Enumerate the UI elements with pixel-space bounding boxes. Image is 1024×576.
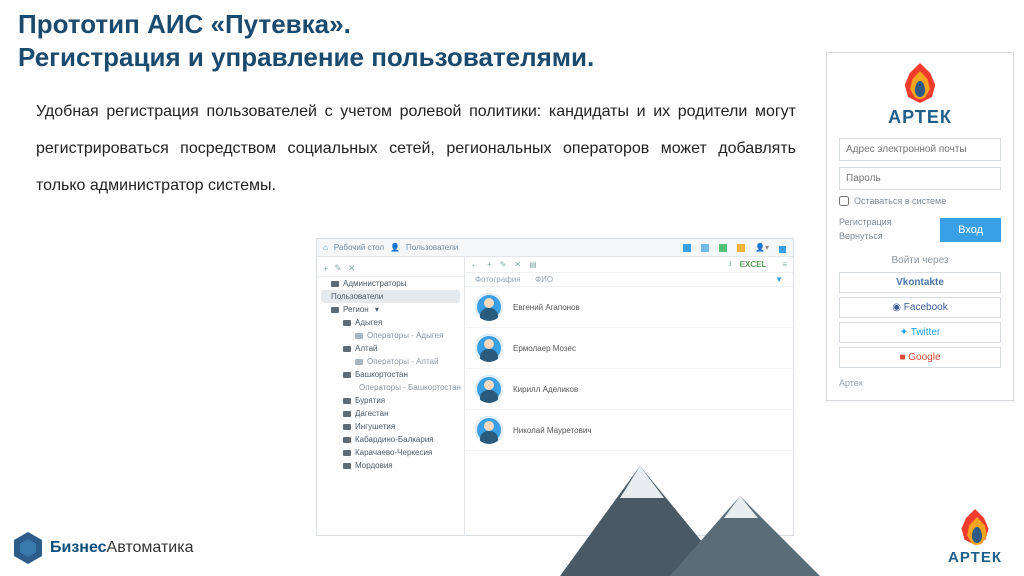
tree-item[interactable]: Операторы - Башкортостан xyxy=(317,381,464,394)
user-name: Ермолаер Мозес xyxy=(513,344,576,353)
flame-icon xyxy=(960,509,990,545)
register-link[interactable]: Регистрация xyxy=(839,216,892,230)
tree-region[interactable]: Регион ▾ xyxy=(317,303,464,316)
filter-icon[interactable]: ▼ xyxy=(775,275,783,284)
main-export-icon[interactable]: ⭳ xyxy=(729,258,732,272)
password-field[interactable] xyxy=(839,167,1001,190)
topicon-3[interactable] xyxy=(719,244,727,252)
excel-button[interactable]: EXCEL xyxy=(740,260,767,269)
tree-item[interactable]: Дагестан xyxy=(317,407,464,420)
login-footer: Артек xyxy=(839,378,1001,388)
col-photo: Фотография xyxy=(475,275,535,284)
user-name: Евгений Агапонов xyxy=(513,303,580,312)
main-edit-icon[interactable]: ✎ xyxy=(500,260,507,269)
ba-rest: Автоматика xyxy=(107,539,194,556)
social-fb[interactable]: ◉ Facebook xyxy=(839,297,1001,318)
tree-del-icon[interactable]: ✕ xyxy=(348,263,356,274)
tree-item[interactable]: Операторы - Адыгея xyxy=(317,329,464,342)
main-add-icon[interactable]: + xyxy=(487,260,492,269)
tree-users[interactable]: Пользователи xyxy=(321,290,460,303)
main-menu-icon[interactable]: ≡ xyxy=(782,260,787,269)
login-panel: АРТЕК Оставаться в системе Регистрация В… xyxy=(826,52,1014,401)
remember-input[interactable] xyxy=(839,196,849,206)
col-fio: ФИО xyxy=(535,275,553,284)
ba-logo: БизнесАвтоматика xyxy=(14,532,193,564)
social-gg[interactable]: ■ Google xyxy=(839,347,1001,368)
tree-edit-icon[interactable]: ✎ xyxy=(334,263,342,274)
back-link[interactable]: Вернуться xyxy=(839,230,892,244)
title-line1: Прототип АИС «Путевка». xyxy=(18,8,594,41)
tree-panel: + ✎ ✕ Администраторы Пользователи Регион ▾… xyxy=(317,257,465,535)
tree-item[interactable]: Кабардино-Балкария xyxy=(317,433,464,446)
tree-item[interactable]: Мордовия xyxy=(317,459,464,472)
topicon-1[interactable] xyxy=(683,244,691,252)
remember-checkbox[interactable]: Оставаться в системе xyxy=(839,196,1001,206)
tree-item[interactable]: Адыгея xyxy=(317,316,464,329)
tree-admins[interactable]: Администраторы xyxy=(317,277,464,290)
avatar xyxy=(475,334,503,362)
title-line2: Регистрация и управление пользователями. xyxy=(18,41,594,74)
slide-body: Удобная регистрация пользователей с учет… xyxy=(36,94,796,204)
flame-icon xyxy=(903,63,937,103)
ba-bold: Бизнес xyxy=(50,539,107,556)
avatar xyxy=(475,375,503,403)
topicon-4[interactable] xyxy=(737,244,745,252)
main-back-icon[interactable]: ← xyxy=(471,260,479,269)
tree-item[interactable]: Карачаево-Черкесия xyxy=(317,446,464,459)
tree-item[interactable]: Башкортостан xyxy=(317,368,464,381)
mountain-graphic xyxy=(560,456,880,576)
avatar xyxy=(475,293,503,321)
social-tw[interactable]: ✦ Twitter xyxy=(839,322,1001,343)
tree-item[interactable]: Алтай xyxy=(317,342,464,355)
breadcrumb-home[interactable]: Рабочий стол xyxy=(334,243,384,252)
social-title: Войти через xyxy=(839,255,1001,266)
user-row[interactable]: Николай Мауретович xyxy=(465,410,793,451)
user-icon: 👤 xyxy=(390,243,400,252)
tree-item[interactable]: Бурятия xyxy=(317,394,464,407)
brand-name: АРТЕК xyxy=(888,107,952,128)
user-row[interactable]: Евгений Агапонов xyxy=(465,287,793,328)
topicon-2[interactable] xyxy=(701,244,709,252)
breadcrumb-users[interactable]: Пользователи xyxy=(406,243,458,252)
user-row[interactable]: Кирилл Аделиков xyxy=(465,369,793,410)
main-filter-icon[interactable]: ▤ xyxy=(529,260,537,269)
login-button[interactable]: Вход xyxy=(940,218,1001,242)
email-field[interactable] xyxy=(839,138,1001,161)
bottom-logo: АРТЕК xyxy=(948,509,1002,566)
hex-icon xyxy=(14,532,42,564)
user-name: Кирилл Аделиков xyxy=(513,385,578,394)
main-del-icon[interactable]: ✕ xyxy=(514,260,521,269)
avatar xyxy=(475,416,503,444)
social-vk[interactable]: Vkontakte xyxy=(839,272,1001,293)
tree-add-icon[interactable]: + xyxy=(323,264,328,274)
home-icon[interactable]: ⌂ xyxy=(323,243,328,252)
user-row[interactable]: Ермолаер Мозес xyxy=(465,328,793,369)
tree-item[interactable]: Ингушетия xyxy=(317,420,464,433)
brand-name: АРТЕК xyxy=(948,549,1002,566)
apps-icon[interactable] xyxy=(779,246,783,250)
tree-item[interactable]: Операторы - Алтай xyxy=(317,355,464,368)
user-name: Николай Мауретович xyxy=(513,426,591,435)
slide-title: Прототип АИС «Путевка». Регистрация и уп… xyxy=(18,8,594,73)
avatar-icon[interactable]: 👤▾ xyxy=(755,243,769,252)
